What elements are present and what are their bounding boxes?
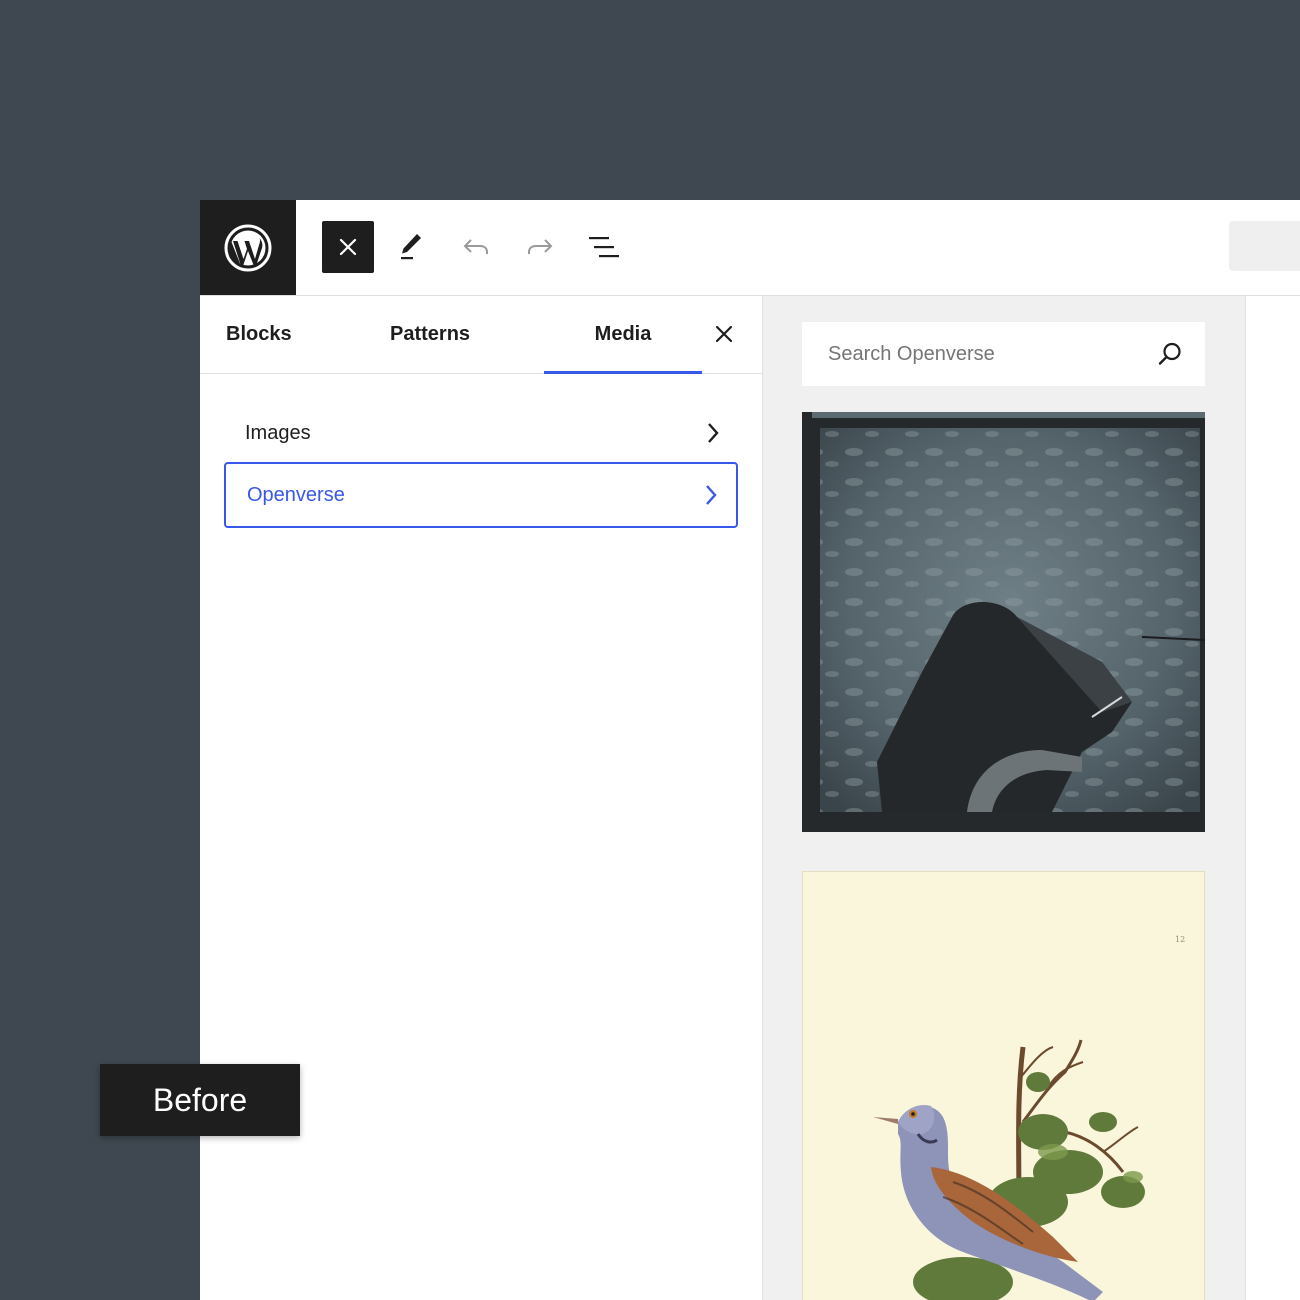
- tab-patterns[interactable]: Patterns: [390, 296, 470, 373]
- block-inserter-panel: Blocks Patterns Media Images Openverse: [200, 296, 763, 1300]
- pencil-icon: [401, 234, 421, 260]
- media-category-label: Images: [245, 421, 311, 444]
- list-view-icon: [589, 237, 619, 258]
- site-hub-button[interactable]: [200, 200, 296, 295]
- svg-text:12: 12: [1175, 935, 1185, 944]
- media-result-earth-from-space[interactable]: [802, 412, 1205, 832]
- undo-icon: [463, 239, 488, 254]
- close-inserter-button[interactable]: [322, 221, 374, 273]
- close-icon: [715, 325, 733, 343]
- media-category-openverse[interactable]: Openverse: [224, 462, 738, 528]
- before-caption: Before: [100, 1064, 300, 1136]
- chevron-right-icon: [708, 423, 719, 443]
- undo-button[interactable]: [450, 221, 502, 273]
- editor-header: [200, 200, 1300, 296]
- close-panel-button[interactable]: [708, 318, 740, 350]
- media-result-turtle-dove[interactable]: 12: [802, 871, 1205, 1300]
- openverse-search: [802, 322, 1205, 386]
- search-icon[interactable]: [1157, 341, 1183, 367]
- chevron-right-icon: [706, 485, 717, 505]
- media-category-label: Openverse: [247, 483, 345, 506]
- header-action-button[interactable]: [1229, 221, 1300, 271]
- media-category-images[interactable]: Images: [224, 400, 738, 466]
- close-icon: [339, 238, 357, 256]
- tools-button[interactable]: [386, 221, 438, 273]
- openverse-media-panel: 12: [763, 296, 1246, 1300]
- search-input[interactable]: [828, 342, 1128, 366]
- tab-blocks[interactable]: Blocks: [226, 296, 292, 373]
- redo-button[interactable]: [514, 221, 566, 273]
- redo-icon: [528, 239, 553, 254]
- tab-media[interactable]: Media: [544, 296, 702, 374]
- turtle-dove-illustration: 12: [803, 872, 1204, 1300]
- block-editor: Blocks Patterns Media Images Openverse S…: [200, 200, 1300, 1300]
- earth-from-space-photo: [802, 412, 1205, 832]
- wordpress-logo-icon: [224, 224, 272, 271]
- inserter-tabs: Blocks Patterns Media: [200, 296, 762, 374]
- document-overview-button[interactable]: [578, 221, 630, 273]
